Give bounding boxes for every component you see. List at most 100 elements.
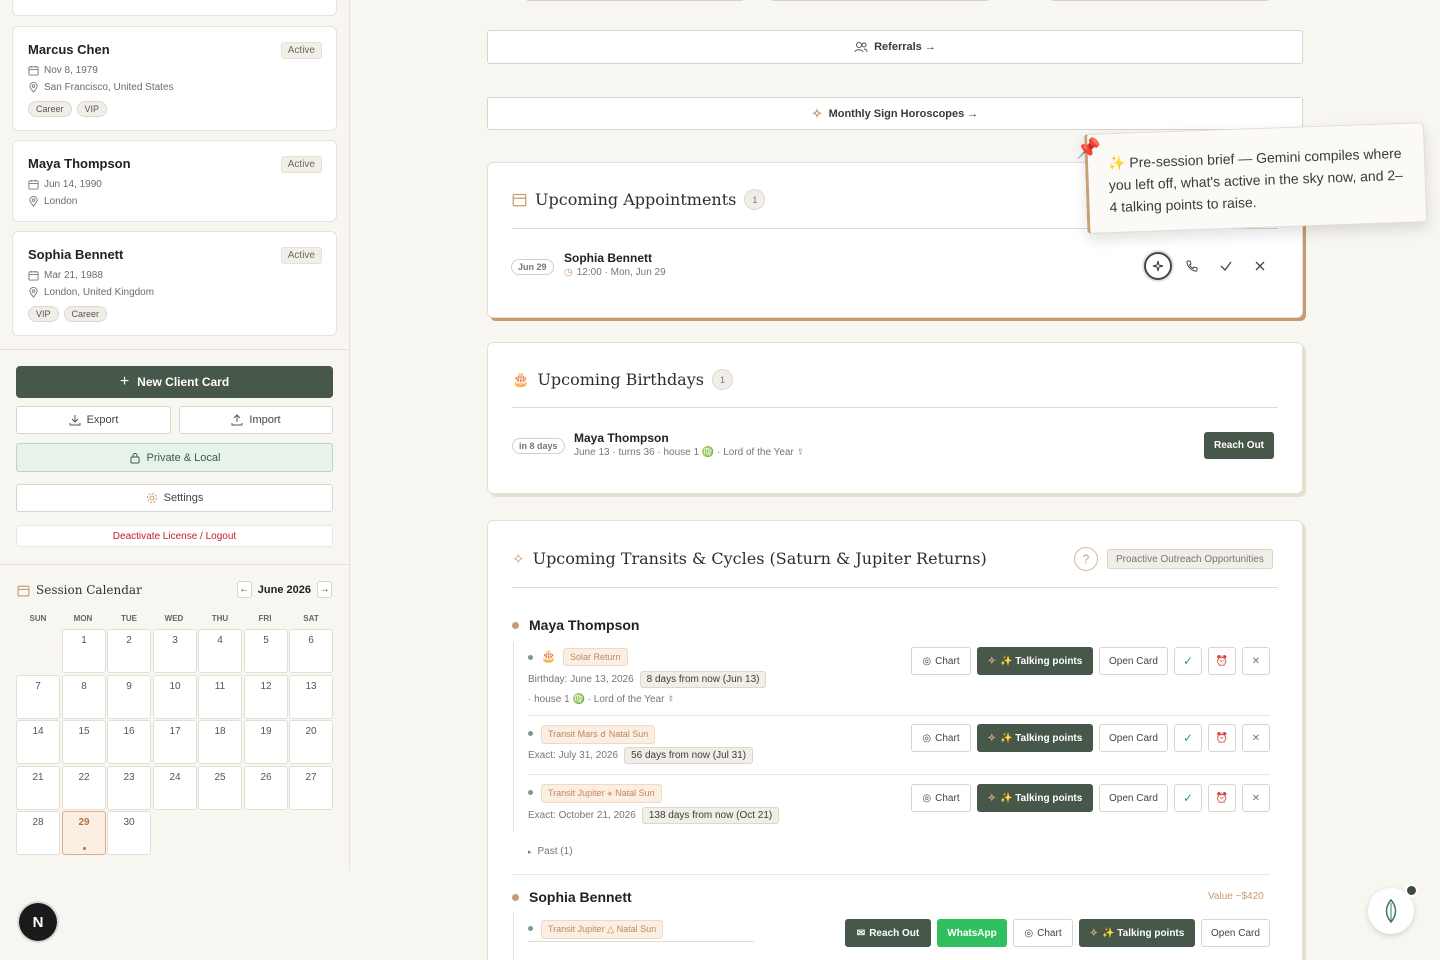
complete-button[interactable] (1212, 252, 1240, 280)
client-location-text: London, United Kingdom (44, 287, 155, 298)
calendar-day[interactable]: 20 (289, 720, 333, 764)
logout-button[interactable]: Deactivate License / Logout (16, 525, 333, 547)
settings-button[interactable]: Settings (16, 484, 333, 512)
calendar-day[interactable]: 2 (107, 629, 151, 673)
calendar-day[interactable]: 24 (153, 766, 197, 810)
talking-points-button[interactable]: ✧ ✨ Talking points (977, 784, 1093, 812)
alarm-icon[interactable]: ⏰ (1208, 724, 1236, 752)
check-button[interactable]: ✓ (1174, 724, 1202, 752)
dismiss-button[interactable]: ✕ (1242, 647, 1270, 675)
divider (528, 941, 754, 942)
calendar-day[interactable]: 16 (107, 720, 151, 764)
whatsapp-button[interactable]: WhatsApp (937, 919, 1007, 947)
transit-person[interactable]: Maya Thompson (512, 617, 639, 633)
client-card-partial[interactable] (12, 0, 337, 16)
calendar-day[interactable]: 1 (62, 629, 106, 673)
horoscopes-button[interactable]: ✧ Monthly Sign Horoscopes → (487, 97, 1303, 130)
calendar-day[interactable]: 6 (289, 629, 333, 673)
chart-button[interactable]: ◎ Chart (1013, 919, 1073, 947)
calendar-day[interactable]: 17 (153, 720, 197, 764)
calendar-day[interactable]: 26 (244, 766, 288, 810)
private-local-button[interactable]: Private & Local (16, 443, 333, 472)
client-card[interactable]: Sophia Bennett Active Mar 21, 1988 Londo… (12, 231, 337, 336)
check-button[interactable]: ✓ (1174, 647, 1202, 675)
days-pill: 138 days from now (Oct 21) (641, 807, 780, 824)
import-button[interactable]: Import (179, 406, 333, 434)
reach-out-button[interactable]: ✉ Reach Out (845, 919, 931, 947)
dismiss-button[interactable]: ✕ (1242, 784, 1270, 812)
calendar-day[interactable]: 7 (16, 675, 60, 719)
calendar-day[interactable]: 29 (62, 811, 106, 855)
calendar-day-number: 28 (32, 817, 44, 828)
new-client-button[interactable]: + New Client Card (16, 366, 333, 398)
event-dot (528, 926, 533, 931)
talking-points-button[interactable]: ✧ ✨ Talking points (977, 647, 1093, 675)
calendar-day[interactable]: 8 (62, 675, 106, 719)
calendar-day[interactable]: 15 (62, 720, 106, 764)
open-card-button[interactable]: Open Card (1099, 724, 1168, 752)
client-card[interactable]: Maya Thompson Active Jun 14, 1990 London (12, 140, 337, 222)
chart-button[interactable]: ◎ Chart (911, 724, 971, 752)
cancel-button[interactable] (1246, 252, 1274, 280)
appointments-title-text: Upcoming Appointments (535, 190, 737, 209)
calendar-day[interactable]: 28 (16, 811, 60, 855)
calendar-day[interactable]: 14 (16, 720, 60, 764)
dismiss-button[interactable]: ✕ (1242, 724, 1270, 752)
appointments-title: Upcoming Appointments 1 (512, 189, 766, 210)
calendar-day[interactable]: 11 (198, 675, 242, 719)
alarm-icon[interactable]: ⏰ (1208, 647, 1236, 675)
calendar-day[interactable]: 27 (289, 766, 333, 810)
bullet (512, 893, 519, 901)
client-card[interactable]: Marcus Chen Active Nov 8, 1979 San Franc… (12, 26, 337, 131)
appointment-name[interactable]: Sophia Bennett (564, 251, 652, 265)
talking-points-label: ✨ Talking points (1000, 732, 1083, 744)
event-tag: Transit Jupiter △ Natal Sun (541, 920, 664, 939)
alarm-icon[interactable]: ⏰ (1208, 784, 1236, 812)
calendar-day[interactable]: 10 (153, 675, 197, 719)
chart-button[interactable]: ◎ Chart (911, 647, 971, 675)
pre-session-brief-button[interactable] (1144, 252, 1172, 280)
cake-icon: 🎂 (512, 371, 530, 388)
divider (527, 0, 743, 1)
calendar-day[interactable]: 5 (244, 629, 288, 673)
calendar-day[interactable]: 21 (16, 766, 60, 810)
export-button[interactable]: Export (16, 406, 171, 434)
next-dev-badge[interactable]: N (19, 903, 57, 941)
calendar-day[interactable]: 4 (198, 629, 242, 673)
open-card-button[interactable]: Open Card (1099, 647, 1168, 675)
check-button[interactable]: ✓ (1174, 784, 1202, 812)
calendar-day[interactable]: 19 (244, 720, 288, 764)
next-month-button[interactable]: → (317, 581, 332, 598)
referrals-button[interactable]: Referrals → (487, 30, 1303, 64)
talking-points-button[interactable]: ✧ ✨ Talking points (1079, 919, 1195, 947)
open-card-button[interactable]: Open Card (1099, 784, 1168, 812)
past-toggle[interactable]: ▸ Past (1) (528, 846, 573, 857)
open-card-button[interactable]: Open Card (1201, 919, 1270, 947)
status-badge: Active (280, 42, 322, 59)
calendar-day[interactable]: 25 (198, 766, 242, 810)
calendar-day-number: 27 (305, 772, 317, 783)
calendar-day[interactable]: 12 (244, 675, 288, 719)
calendar-day[interactable]: 13 (289, 675, 333, 719)
chart-button[interactable]: ◎ Chart (911, 784, 971, 812)
caret-right-icon: ▸ (528, 848, 532, 856)
tag: Career (28, 101, 72, 117)
calendar-day-number: 20 (305, 726, 317, 737)
calendar-day[interactable]: 30 (107, 811, 151, 855)
reach-out-button[interactable]: Reach Out (1204, 432, 1274, 459)
call-button[interactable] (1178, 252, 1206, 280)
calendar-day[interactable]: 18 (198, 720, 242, 764)
calendar-day[interactable]: 23 (107, 766, 151, 810)
calendar-day[interactable]: 3 (153, 629, 197, 673)
plus-icon: + (119, 373, 130, 390)
divider (528, 774, 1270, 775)
calendar-day[interactable]: 9 (107, 675, 151, 719)
transit-person[interactable]: Sophia Bennett (512, 889, 632, 905)
birthday-name[interactable]: Maya Thompson (574, 431, 669, 445)
talking-points-button[interactable]: ✧ ✨ Talking points (977, 724, 1093, 752)
calendar-day[interactable]: 22 (62, 766, 106, 810)
prev-month-button[interactable]: ← (236, 581, 252, 598)
chart-label: Chart (935, 792, 960, 804)
help-icon[interactable]: ? (1074, 547, 1098, 571)
days-pill: 8 days from now (Jun 13) (639, 671, 767, 688)
